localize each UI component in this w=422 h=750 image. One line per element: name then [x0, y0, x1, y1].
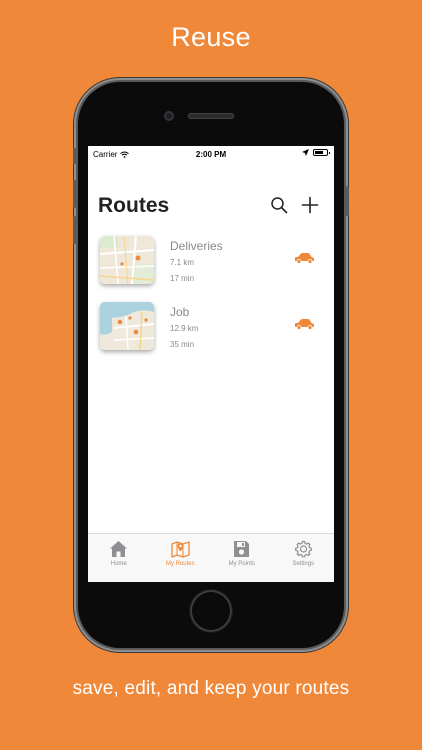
silent-switch: [73, 148, 76, 164]
car-icon: [295, 319, 314, 330]
route-item-job[interactable]: Job 12.9 km 35 min: [100, 302, 322, 358]
earpiece-speaker: [188, 113, 234, 119]
route-duration: 35 min: [170, 340, 195, 349]
headline: Reuse: [171, 22, 251, 52]
tagline: save, edit, and keep your routes: [72, 678, 350, 699]
tab-home[interactable]: Home: [88, 534, 150, 582]
phone-frame: Carrier 2:00 PM Routes Deliveries 7.1 km…: [73, 82, 349, 648]
volume-down-button: [73, 216, 76, 244]
tab-label: My Routes: [165, 561, 195, 567]
location-arrow-icon: [302, 149, 309, 156]
route-item-deliveries[interactable]: Deliveries 7.1 km 17 min: [100, 236, 322, 292]
house-icon: [110, 541, 127, 557]
tab-bar: Home My Routes My Points Settings: [88, 533, 334, 582]
route-name: Deliveries: [170, 239, 223, 253]
status-right: [302, 149, 330, 156]
map-pin-icon: [170, 541, 190, 558]
gear-icon: [294, 540, 312, 558]
tab-label: My Points: [228, 561, 255, 567]
route-name: Job: [170, 305, 190, 319]
status-time: 2:00 PM: [195, 150, 227, 159]
page-title: Routes: [98, 194, 170, 217]
status-bar: Carrier 2:00 PM: [88, 146, 334, 162]
route-distance: 12.9 km: [170, 324, 199, 333]
app-screen: Carrier 2:00 PM Routes Deliveries 7.1 km…: [88, 146, 334, 582]
route-map-thumbnail: [100, 236, 154, 284]
tab-my-points[interactable]: My Points: [211, 534, 273, 582]
route-duration: 17 min: [170, 274, 195, 283]
front-camera: [164, 111, 174, 121]
tab-label: Home: [110, 561, 127, 567]
battery-icon: [313, 149, 330, 156]
add-route-button[interactable]: [301, 196, 319, 214]
car-icon: [295, 253, 314, 264]
tab-my-routes[interactable]: My Routes: [150, 534, 212, 582]
power-button: [346, 186, 349, 216]
tab-settings[interactable]: Settings: [273, 534, 335, 582]
route-map-thumbnail: [100, 302, 154, 350]
floppy-disk-icon: [234, 541, 249, 557]
volume-up-button: [73, 180, 76, 208]
tab-label: Settings: [292, 561, 315, 567]
home-button[interactable]: [190, 590, 232, 632]
route-distance: 7.1 km: [170, 258, 195, 267]
search-icon[interactable]: [270, 196, 288, 214]
